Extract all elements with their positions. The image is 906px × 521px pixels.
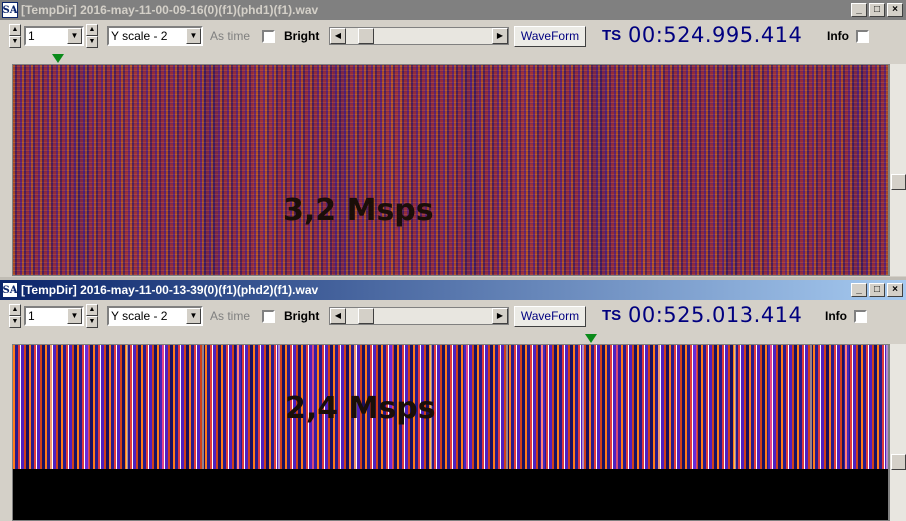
sample-rate-overlay: 3,2 Msps: [283, 193, 434, 228]
yscale-select[interactable]: Y scale - 2 ▼: [107, 26, 203, 46]
close-button[interactable]: ×: [887, 3, 903, 17]
channel-spinner-right[interactable]: ▲ ▼: [86, 24, 98, 48]
channel-select[interactable]: 1 ▼: [24, 306, 84, 326]
title-bar[interactable]: SA [TempDir] 2016-may-11-00-09-16(0)(f1)…: [0, 0, 906, 20]
ts-label: TS: [602, 27, 622, 44]
title-bar[interactable]: SA [TempDir] 2016-may-11-00-13-39(0)(f1)…: [0, 280, 906, 300]
slider-thumb[interactable]: [358, 28, 374, 44]
waveform-button[interactable]: WaveForm: [514, 26, 586, 47]
window-controls: _ □ ×: [851, 283, 903, 297]
scroll-left-icon[interactable]: ◀: [330, 308, 346, 324]
window-controls: _ □ ×: [851, 3, 903, 17]
yscale-value: Y scale - 2: [111, 309, 168, 323]
as-time-checkbox[interactable]: [262, 30, 275, 43]
minimize-button[interactable]: _: [851, 3, 867, 17]
spin-up-icon[interactable]: ▲: [9, 304, 21, 316]
timestamp-value: 00:525.013.414: [628, 303, 803, 327]
spin-down-icon[interactable]: ▼: [86, 316, 98, 328]
scroll-left-icon[interactable]: ◀: [330, 28, 346, 44]
bright-label: Bright: [284, 29, 320, 43]
as-time-label: As time: [210, 29, 251, 43]
spectrum-window-1: SA [TempDir] 2016-may-11-00-09-16(0)(f1)…: [0, 0, 906, 277]
bright-slider[interactable]: ◀ ▶: [329, 27, 509, 45]
window-title: [TempDir] 2016-may-11-00-09-16(0)(f1)(ph…: [21, 3, 319, 17]
spin-up-icon[interactable]: ▲: [9, 24, 21, 36]
spectrogram-image: [13, 345, 888, 469]
app-icon[interactable]: SA: [2, 2, 18, 18]
toolbar: ▲ ▼ 1 ▼ ▲ ▼ Y scale - 2 ▼ As time Bright…: [0, 302, 906, 332]
channel-spinner-left[interactable]: ▲ ▼: [9, 24, 21, 48]
spin-up-icon[interactable]: ▲: [86, 24, 98, 36]
channel-spinner-left[interactable]: ▲ ▼: [9, 304, 21, 328]
spin-down-icon[interactable]: ▼: [9, 316, 21, 328]
vertical-scrollbar[interactable]: [889, 64, 906, 276]
slider-thumb[interactable]: [358, 308, 374, 324]
channel-select[interactable]: 1 ▼: [24, 26, 84, 46]
minimize-button[interactable]: _: [851, 283, 867, 297]
scroll-thumb[interactable]: [891, 454, 906, 470]
spectrogram-plot[interactable]: 3,2 Msps: [12, 64, 889, 276]
bright-label: Bright: [284, 309, 320, 323]
spin-up-icon[interactable]: ▲: [86, 304, 98, 316]
channel-value: 1: [28, 309, 35, 323]
app-icon[interactable]: SA: [2, 282, 18, 298]
yscale-select[interactable]: Y scale - 2 ▼: [107, 306, 203, 326]
yscale-value: Y scale - 2: [111, 29, 168, 43]
channel-value: 1: [28, 29, 35, 43]
position-marker-icon[interactable]: [52, 54, 64, 63]
waveform-button[interactable]: WaveForm: [514, 306, 586, 327]
info-label: Info: [827, 29, 849, 43]
info-checkbox[interactable]: [854, 310, 867, 323]
maximize-button[interactable]: □: [869, 3, 885, 17]
info-label: Info: [825, 309, 847, 323]
timestamp-value: 00:524.995.414: [628, 23, 803, 47]
chevron-down-icon[interactable]: ▼: [186, 28, 201, 44]
spectrogram-plot[interactable]: 2,4 Msps: [12, 344, 889, 521]
close-button[interactable]: ×: [887, 283, 903, 297]
info-checkbox[interactable]: [856, 30, 869, 43]
vertical-scrollbar[interactable]: [889, 344, 906, 521]
scroll-right-icon[interactable]: ▶: [492, 28, 508, 44]
chevron-down-icon[interactable]: ▼: [67, 28, 82, 44]
scroll-thumb[interactable]: [891, 174, 906, 190]
toolbar: ▲ ▼ 1 ▼ ▲ ▼ Y scale - 2 ▼ As time Bright…: [0, 22, 906, 52]
spectrum-window-2: SA [TempDir] 2016-may-11-00-13-39(0)(f1)…: [0, 280, 906, 521]
channel-spinner-right[interactable]: ▲ ▼: [86, 304, 98, 328]
sample-rate-overlay: 2,4 Msps: [285, 391, 436, 426]
spectrogram-image: [13, 65, 888, 275]
chevron-down-icon[interactable]: ▼: [186, 308, 201, 324]
scroll-right-icon[interactable]: ▶: [492, 308, 508, 324]
ts-label: TS: [602, 307, 622, 324]
spin-down-icon[interactable]: ▼: [9, 36, 21, 48]
position-marker-icon[interactable]: [585, 334, 597, 343]
as-time-label: As time: [210, 309, 251, 323]
window-title: [TempDir] 2016-may-11-00-13-39(0)(f1)(ph…: [21, 283, 319, 297]
bright-slider[interactable]: ◀ ▶: [329, 307, 509, 325]
as-time-checkbox[interactable]: [262, 310, 275, 323]
spin-down-icon[interactable]: ▼: [86, 36, 98, 48]
chevron-down-icon[interactable]: ▼: [67, 308, 82, 324]
maximize-button[interactable]: □: [869, 283, 885, 297]
